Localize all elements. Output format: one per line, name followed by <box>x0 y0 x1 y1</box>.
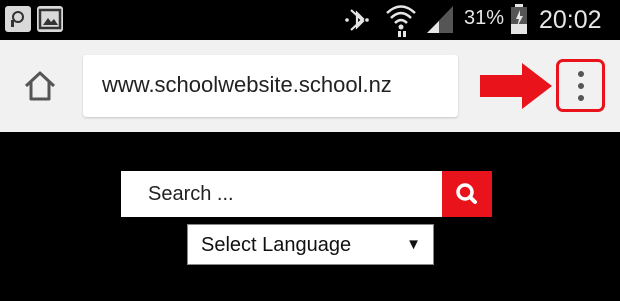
messaging-icon <box>5 6 31 32</box>
search-button[interactable] <box>442 171 492 217</box>
language-select[interactable]: Select Language ▼ <box>187 224 434 265</box>
status-bar: 31% 20:02 <box>0 0 620 40</box>
browser-toolbar: www.schoolwebsite.school.nz <box>0 40 620 132</box>
url-bar[interactable]: www.schoolwebsite.school.nz <box>83 55 458 117</box>
clock: 20:02 <box>539 6 602 34</box>
battery-percent: 31% <box>464 7 505 29</box>
battery-icon <box>511 4 527 34</box>
url-text: www.schoolwebsite.school.nz <box>102 72 392 97</box>
overflow-menu-button[interactable] <box>556 59 605 112</box>
home-icon <box>24 71 56 101</box>
search-form <box>121 171 492 217</box>
language-select-value: Select Language <box>201 234 352 256</box>
chevron-down-icon: ▼ <box>406 236 421 253</box>
home-button[interactable] <box>22 68 58 104</box>
signal-icon <box>427 6 453 33</box>
gallery-icon <box>37 6 63 32</box>
wifi-icon <box>386 5 416 37</box>
annotation-arrow-icon <box>480 63 552 109</box>
bluetooth-icon <box>345 9 369 31</box>
search-input[interactable] <box>121 171 442 217</box>
magnifier-icon <box>456 183 477 204</box>
